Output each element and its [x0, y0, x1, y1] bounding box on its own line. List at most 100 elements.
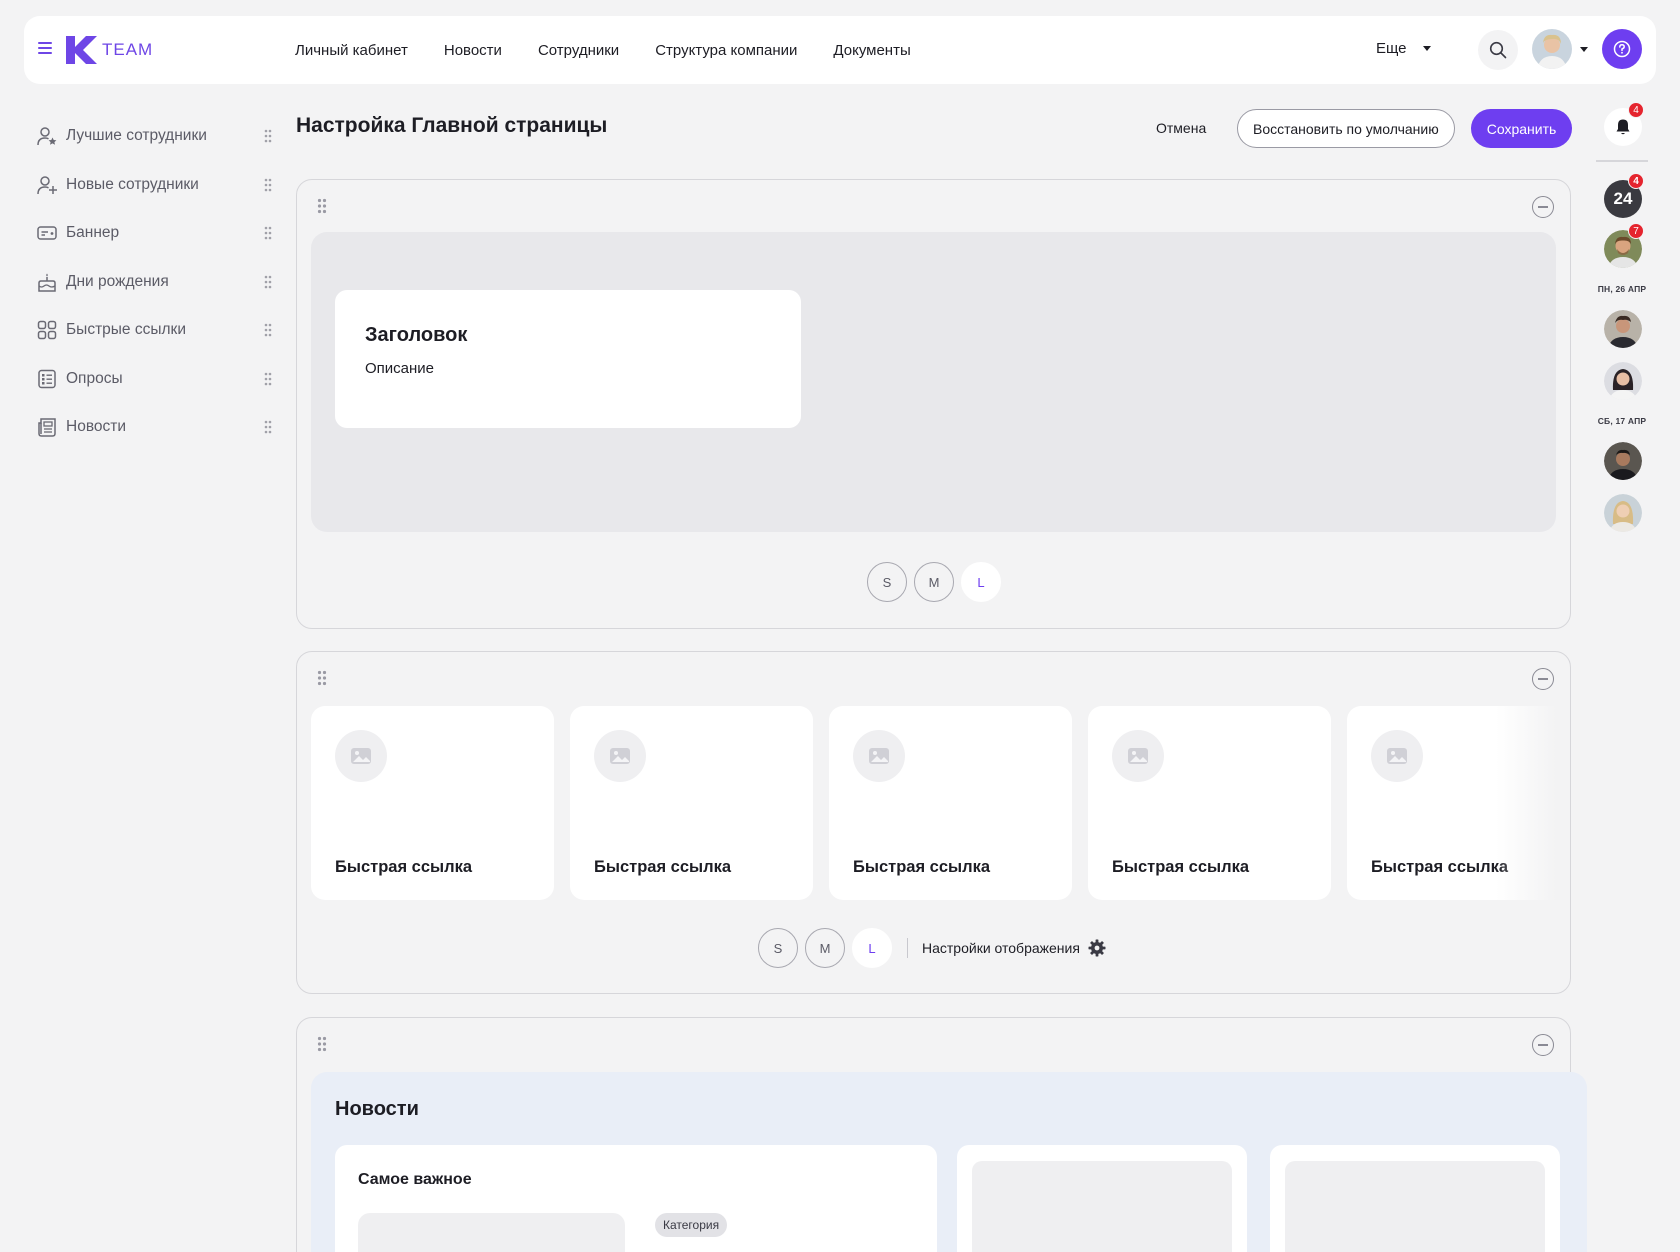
search-button[interactable]	[1478, 30, 1518, 70]
cake-icon	[36, 271, 58, 293]
drag-handle-icon[interactable]	[264, 372, 272, 386]
calendar-badge: 4	[1628, 173, 1644, 189]
grid-icon	[36, 319, 58, 341]
logo[interactable]: TEAM	[64, 34, 153, 66]
gear-icon	[1088, 939, 1106, 957]
divider	[1596, 160, 1648, 162]
logo-text: TEAM	[102, 40, 154, 59]
logo-k-icon	[66, 36, 97, 64]
news-title: Новости	[335, 1098, 419, 1120]
news-featured-subtitle: Самое важное	[358, 1171, 472, 1188]
sidebar-item-birthdays[interactable]: Дни рождения	[36, 258, 272, 307]
news-card[interactable]	[1270, 1145, 1560, 1252]
quick-link-card[interactable]: Быстрая ссылка	[1088, 706, 1331, 900]
drag-handle-icon[interactable]	[317, 198, 327, 214]
drag-handle-icon[interactable]	[264, 275, 272, 289]
remove-block-button[interactable]	[1532, 196, 1554, 218]
news-card[interactable]	[957, 1145, 1247, 1252]
rail-avatar[interactable]	[1604, 442, 1642, 480]
menu-icon[interactable]	[38, 42, 52, 56]
remove-block-button[interactable]	[1532, 668, 1554, 690]
scroll-fade	[1496, 706, 1556, 900]
news-image-placeholder	[1285, 1161, 1545, 1252]
image-placeholder-icon	[853, 730, 905, 782]
notifications-button[interactable]: 4	[1604, 102, 1644, 146]
banner-card: Заголовок Описание	[335, 290, 801, 428]
user-avatar[interactable]	[1532, 29, 1572, 69]
chevron-down-icon	[1422, 46, 1431, 51]
restore-defaults-button[interactable]: Восстановить по умолчанию	[1237, 109, 1455, 148]
drag-handle-icon[interactable]	[264, 323, 272, 337]
news-featured-card[interactable]: Самое важное Категория	[335, 1145, 937, 1252]
sidebar-item-news[interactable]: Новости	[36, 403, 272, 452]
drag-handle-icon[interactable]	[317, 1036, 327, 1052]
sidebar-item-best-employees[interactable]: Лучшие сотрудники	[36, 112, 272, 161]
size-s-button[interactable]: S	[867, 562, 907, 602]
banner-icon	[36, 222, 58, 244]
date-label: СБ, 17 АПР	[1597, 416, 1647, 426]
rail-avatar[interactable]	[1604, 494, 1642, 532]
widget-sidebar: Лучшие сотрудники Новые сотрудники Банне…	[36, 112, 272, 452]
display-settings-label: Настройки отображения	[922, 940, 1080, 956]
bell-icon	[1616, 119, 1630, 135]
size-l-button[interactable]: L	[961, 562, 1001, 602]
help-button[interactable]	[1602, 29, 1642, 69]
nav-news[interactable]: Новости	[444, 42, 502, 59]
quick-link-label: Быстрая ссылка	[1112, 858, 1250, 876]
sidebar-item-quick-links[interactable]: Быстрые ссылки	[36, 306, 272, 355]
user-star-icon	[36, 125, 58, 147]
sidebar-item-label: Лучшие сотрудники	[66, 127, 207, 145]
image-placeholder-icon	[1371, 730, 1423, 782]
more-dropdown[interactable]: Еще	[1376, 40, 1431, 57]
size-selector: S M L	[867, 562, 1008, 602]
banner-preview: Заголовок Описание	[311, 232, 1556, 532]
sidebar-item-label: Новости	[66, 418, 127, 436]
quick-link-card[interactable]: Быстрая ссылка	[570, 706, 813, 900]
size-selector: S M L Настройки отображения	[758, 928, 1106, 968]
news-thumbnail	[358, 1213, 625, 1252]
message-badge: 7	[1628, 223, 1644, 239]
quick-link-card[interactable]: Быстрая ссылка	[829, 706, 1072, 900]
nav-employees[interactable]: Сотрудники	[538, 42, 619, 59]
sidebar-item-new-employees[interactable]: Новые сотрудники	[36, 161, 272, 210]
quick-link-label: Быстрая ссылка	[594, 858, 732, 876]
more-label: Еще	[1376, 40, 1407, 57]
drag-handle-icon[interactable]	[264, 420, 272, 434]
nav-documents[interactable]: Документы	[833, 42, 910, 59]
display-settings-button[interactable]: Настройки отображения	[922, 939, 1106, 957]
quick-link-label: Быстрая ссылка	[853, 858, 991, 876]
banner-card-description: Описание	[365, 360, 435, 377]
save-button[interactable]: Сохранить	[1471, 109, 1572, 148]
remove-block-button[interactable]	[1532, 1034, 1554, 1056]
drag-handle-icon[interactable]	[317, 670, 327, 686]
image-placeholder-icon	[1112, 730, 1164, 782]
newspaper-icon	[36, 416, 58, 438]
nav-personal-cabinet[interactable]: Личный кабинет	[295, 42, 408, 59]
drag-handle-icon[interactable]	[264, 178, 272, 192]
quick-link-card[interactable]: Быстрая ссылка	[311, 706, 554, 900]
rail-avatar[interactable]	[1604, 362, 1642, 400]
rail-avatar[interactable]	[1604, 310, 1642, 348]
nav-company-structure[interactable]: Структура компании	[655, 42, 797, 59]
date-label: ПН, 26 АПР	[1597, 284, 1647, 294]
sidebar-item-label: Опросы	[66, 369, 123, 387]
size-l-button[interactable]: L	[852, 928, 892, 968]
drag-handle-icon[interactable]	[264, 226, 272, 240]
calendar-24-button[interactable]: 24 4	[1604, 173, 1644, 218]
notification-badge: 4	[1628, 102, 1644, 118]
sidebar-item-polls[interactable]: Опросы	[36, 355, 272, 404]
main-nav: Личный кабинет Новости Сотрудники Структ…	[295, 16, 947, 84]
size-m-button[interactable]: M	[805, 928, 845, 968]
drag-handle-icon[interactable]	[264, 129, 272, 143]
news-widget-block: Новости Самое важное Категория	[296, 1017, 1587, 1252]
size-m-button[interactable]: M	[914, 562, 954, 602]
quick-links-widget-block: Быстрая ссылка Быстрая ссылка Быстрая сс…	[296, 651, 1571, 994]
cancel-button[interactable]: Отмена	[1156, 120, 1206, 136]
sidebar-item-label: Дни рождения	[66, 272, 169, 290]
size-s-button[interactable]: S	[758, 928, 798, 968]
sidebar-item-label: Новые сотрудники	[66, 175, 199, 193]
poll-icon	[36, 368, 58, 390]
sidebar-item-banner[interactable]: Баннер	[36, 209, 272, 258]
rail-avatar[interactable]: 7	[1604, 223, 1644, 268]
user-menu-caret-icon[interactable]	[1580, 47, 1588, 52]
